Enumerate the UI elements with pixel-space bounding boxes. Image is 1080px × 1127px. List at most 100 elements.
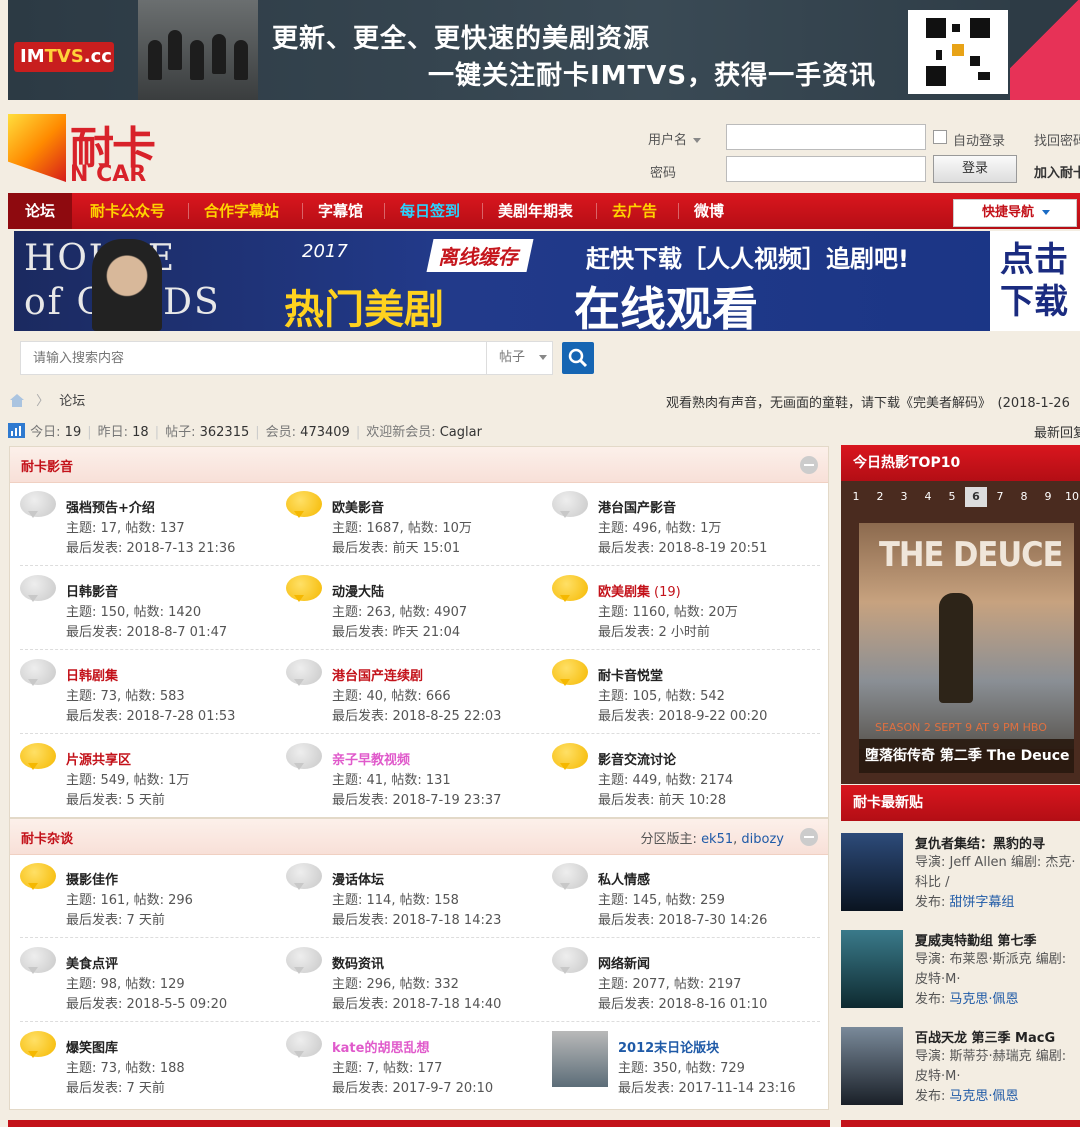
top10-tab[interactable]: 4 bbox=[917, 487, 939, 507]
join-link[interactable]: 加入耐卡 bbox=[1034, 162, 1080, 181]
top10-tab[interactable]: 2 bbox=[869, 487, 891, 507]
forum-item[interactable]: 美食点评 主题: 98, 帖数: 129 最后发表: 2018-5-5 09:20 bbox=[20, 939, 286, 1023]
publisher-link[interactable]: 马克思·佩恩 bbox=[949, 1089, 1018, 1104]
search-type-select[interactable]: 帖子 bbox=[486, 342, 553, 374]
forum-item[interactable]: 耐卡音悦堂 主题: 105, 帖数: 542 最后发表: 2018-9-22 00:… bbox=[552, 651, 818, 735]
forum-name[interactable]: 港台国产影音 bbox=[598, 497, 676, 516]
nav-item-checkin[interactable]: 每日签到 bbox=[400, 193, 460, 229]
moderator-link[interactable]: ek51 bbox=[701, 832, 733, 847]
post-poster-thumbnail[interactable] bbox=[841, 930, 903, 1008]
forum-item[interactable]: 欧美剧集 (19) 主题: 1160, 帖数: 20万 最后发表: 2 小时前 bbox=[552, 567, 818, 651]
forum-name[interactable]: 耐卡音悦堂 bbox=[598, 665, 663, 684]
forum-item[interactable]: 片源共享区 主题: 549, 帖数: 1万 最后发表: 5 天前 bbox=[20, 735, 286, 819]
forum-name[interactable]: kate的胡思乱想 bbox=[332, 1037, 429, 1056]
forum-item[interactable]: 网络新闻 主题: 2077, 帖数: 2197 最后发表: 2018-8-16 01… bbox=[552, 939, 818, 1023]
forum-item[interactable]: 爆笑图库 主题: 73, 帖数: 188 最后发表: 7 天前 bbox=[20, 1023, 286, 1107]
forum-name[interactable]: 强档预告+介绍 bbox=[66, 497, 155, 516]
forum-name[interactable]: 私人情感 bbox=[598, 869, 650, 888]
forum-name[interactable]: 爆笑图库 bbox=[66, 1037, 118, 1056]
forum-last-post[interactable]: 最后发表: 2018-8-25 22:03 bbox=[332, 705, 501, 724]
forum-name[interactable]: 欧美影音 bbox=[332, 497, 384, 516]
forum-last-post[interactable]: 最后发表: 7 天前 bbox=[66, 909, 165, 928]
forum-item[interactable]: 动漫大陆 主题: 263, 帖数: 4907 最后发表: 昨天 21:04 bbox=[286, 567, 552, 651]
post-title[interactable]: 复仇者集结：黑豹的寻 bbox=[915, 833, 1045, 852]
latest-post-item[interactable]: 百战天龙 第三季 MacG 导演: 斯蒂芬·赫瑞克 编剧: 皮特·M· 发布: 马克思… bbox=[841, 1027, 1080, 1119]
announcement[interactable]: 观看熟肉有声音，无画面的童鞋，请下载《完美者解码》 (2018-1-26 bbox=[666, 392, 1070, 411]
find-password-link[interactable]: 找回密码 bbox=[1034, 130, 1080, 149]
forum-name[interactable]: 亲子早教视频 bbox=[332, 749, 410, 768]
nav-item-schedule[interactable]: 美剧年期表 bbox=[498, 193, 573, 229]
forum-name[interactable]: 片源共享区 bbox=[66, 749, 131, 768]
forum-name[interactable]: 数码资讯 bbox=[332, 953, 384, 972]
forum-item[interactable]: 影音交流讨论 主题: 449, 帖数: 2174 最后发表: 前天 10:28 bbox=[552, 735, 818, 819]
nav-item-weibo[interactable]: 微博 bbox=[694, 193, 724, 229]
forum-item[interactable]: 数码资讯 主题: 296, 帖数: 332 最后发表: 2018-7-18 14:4… bbox=[286, 939, 552, 1023]
forum-last-post[interactable]: 最后发表: 昨天 21:04 bbox=[332, 621, 460, 640]
forum-item[interactable]: 亲子早教视频 主题: 41, 帖数: 131 最后发表: 2018-7-19 23:… bbox=[286, 735, 552, 819]
forum-item[interactable]: 2012末日论版块 主题: 350, 帖数: 729 最后发表: 2017-11-1… bbox=[552, 1023, 818, 1107]
top10-tab[interactable]: 5 bbox=[941, 487, 963, 507]
forum-item[interactable]: 港台国产连续剧 主题: 40, 帖数: 666 最后发表: 2018-8-25 22… bbox=[286, 651, 552, 735]
publisher-link[interactable]: 甜饼字幕组 bbox=[949, 895, 1014, 910]
forum-item[interactable]: kate的胡思乱想 主题: 7, 帖数: 177 最后发表: 2017-9-7 20… bbox=[286, 1023, 552, 1107]
search-button[interactable] bbox=[562, 342, 594, 374]
post-poster-thumbnail[interactable] bbox=[841, 1027, 903, 1105]
password-input[interactable] bbox=[726, 156, 926, 182]
quick-nav-dropdown[interactable]: 快捷导航 bbox=[953, 199, 1077, 227]
forum-last-post[interactable]: 最后发表: 2017-9-7 20:10 bbox=[332, 1077, 493, 1096]
forum-name[interactable]: 港台国产连续剧 bbox=[332, 665, 423, 684]
moderator-link[interactable]: dibozy bbox=[741, 832, 784, 847]
post-title[interactable]: 百战天龙 第三季 MacG bbox=[915, 1027, 1055, 1046]
forum-last-post[interactable]: 最后发表: 2018-8-19 20:51 bbox=[598, 537, 767, 556]
username-input[interactable] bbox=[726, 124, 926, 150]
top10-tab[interactable]: 6 bbox=[965, 487, 987, 507]
forum-last-post[interactable]: 最后发表: 前天 10:28 bbox=[598, 789, 726, 808]
forum-item[interactable]: 港台国产影音 主题: 496, 帖数: 1万 最后发表: 2018-8-19 20:… bbox=[552, 483, 818, 567]
forum-item[interactable]: 强档预告+介绍 主题: 17, 帖数: 137 最后发表: 2018-7-13 21… bbox=[20, 483, 286, 567]
latest-replies-link[interactable]: 最新回复 bbox=[1034, 422, 1080, 441]
publisher-link[interactable]: 马克思·佩恩 bbox=[949, 992, 1018, 1007]
forum-last-post[interactable]: 最后发表: 2018-8-7 01:47 bbox=[66, 621, 227, 640]
forum-last-post[interactable]: 最后发表: 5 天前 bbox=[66, 789, 165, 808]
forum-last-post[interactable]: 最后发表: 2018-7-19 23:37 bbox=[332, 789, 501, 808]
forum-name[interactable]: 日韩剧集 bbox=[66, 665, 118, 684]
auto-login-checkbox[interactable] bbox=[933, 130, 947, 144]
collapse-icon[interactable] bbox=[800, 828, 818, 846]
collapse-icon[interactable] bbox=[800, 456, 818, 474]
post-title[interactable]: 夏威夷特勤组 第七季 bbox=[915, 930, 1037, 949]
top-banner-ad[interactable]: IMTVS.cc 更新、更全、更快速的美剧资源 一键关注耐卡IMTVS，获得一手… bbox=[8, 0, 1080, 100]
home-icon[interactable] bbox=[8, 392, 26, 408]
latest-post-item[interactable]: 复仇者集结：黑豹的寻 导演: Jeff Allen 编剧: 杰克·科比 / 发布: 甜… bbox=[841, 833, 1080, 925]
nav-item-subtitle-hall[interactable]: 字幕馆 bbox=[318, 193, 363, 229]
forum-last-post[interactable]: 最后发表: 2018-7-13 21:36 bbox=[66, 537, 235, 556]
top10-tab[interactable]: 8 bbox=[1013, 487, 1035, 507]
forum-name[interactable]: 2012末日论版块 bbox=[618, 1037, 719, 1056]
forum-last-post[interactable]: 最后发表: 7 天前 bbox=[66, 1077, 165, 1096]
top10-tab[interactable]: 3 bbox=[893, 487, 915, 507]
forum-item[interactable]: 日韩剧集 主题: 73, 帖数: 583 最后发表: 2018-7-28 01:53 bbox=[20, 651, 286, 735]
forum-item[interactable]: 漫话体坛 主题: 114, 帖数: 158 最后发表: 2018-7-18 14:2… bbox=[286, 855, 552, 939]
top10-tab[interactable]: 9 bbox=[1037, 487, 1059, 507]
forum-name[interactable]: 日韩影音 bbox=[66, 581, 118, 600]
top10-tab[interactable]: 1 bbox=[845, 487, 867, 507]
site-logo[interactable]: 耐卡 N CAR bbox=[8, 112, 168, 187]
forum-last-post[interactable]: 最后发表: 前天 15:01 bbox=[332, 537, 460, 556]
forum-name[interactable]: 网络新闻 bbox=[598, 953, 650, 972]
forum-last-post[interactable]: 最后发表: 2018-9-22 00:20 bbox=[598, 705, 767, 724]
forum-name[interactable]: 影音交流讨论 bbox=[598, 749, 676, 768]
username-label[interactable]: 用户名 bbox=[648, 129, 702, 148]
forum-last-post[interactable]: 最后发表: 2018-7-28 01:53 bbox=[66, 705, 235, 724]
nav-item-forum[interactable]: 论坛 bbox=[8, 193, 72, 229]
forum-item[interactable]: 摄影佳作 主题: 161, 帖数: 296 最后发表: 7 天前 bbox=[20, 855, 286, 939]
search-input[interactable] bbox=[21, 342, 486, 374]
nav-item-wechat[interactable]: 耐卡公众号 bbox=[90, 193, 165, 229]
nav-item-no-ads[interactable]: 去广告 bbox=[612, 193, 657, 229]
forum-item[interactable]: 欧美影音 主题: 1687, 帖数: 10万 最后发表: 前天 15:01 bbox=[286, 483, 552, 567]
forum-item[interactable]: 私人情感 主题: 145, 帖数: 259 最后发表: 2018-7-30 14:2… bbox=[552, 855, 818, 939]
section-title[interactable]: 耐卡影音 bbox=[21, 456, 73, 475]
top10-tab[interactable]: 10 bbox=[1061, 487, 1080, 507]
promo-banner[interactable]: HOUSEof CARDS 2017 离线缓存 赶快下载［人人视频］追剧吧! 热… bbox=[14, 231, 1080, 331]
forum-last-post[interactable]: 最后发表: 2018-5-5 09:20 bbox=[66, 993, 227, 1012]
hot-poster[interactable]: THE DEUCE SEASON 2 SEPT 9 AT 9 PM HBO bbox=[859, 523, 1074, 749]
forum-last-post[interactable]: 最后发表: 2018-7-18 14:40 bbox=[332, 993, 501, 1012]
